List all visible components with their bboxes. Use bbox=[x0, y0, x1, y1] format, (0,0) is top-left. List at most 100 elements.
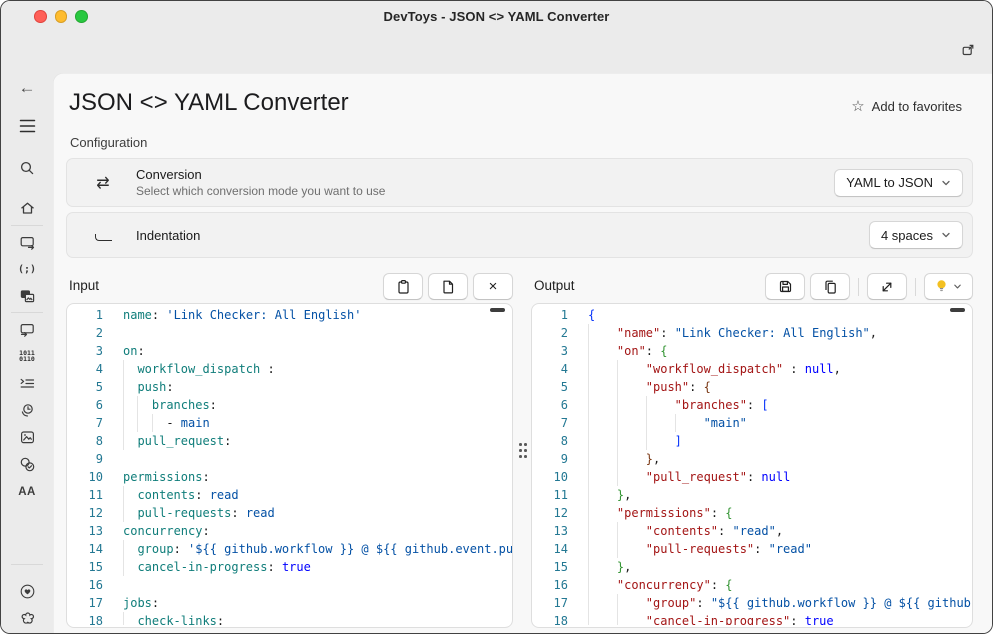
sidebar-item-whats-new[interactable] bbox=[1, 576, 53, 606]
line-number: 3 bbox=[67, 342, 103, 360]
input-editor[interactable]: 1name: 'Link Checker: All English'23on:4… bbox=[66, 303, 513, 628]
converter-card-icon bbox=[19, 321, 36, 338]
save-output-button[interactable] bbox=[765, 273, 805, 300]
sidebar-item-graphic[interactable] bbox=[1, 422, 53, 452]
code-line: 5push: bbox=[67, 378, 512, 396]
braces-icon: (;) bbox=[18, 264, 36, 275]
code-line: 7- main bbox=[67, 414, 512, 432]
close-window-button[interactable] bbox=[34, 10, 47, 23]
detach-window-button[interactable] bbox=[957, 39, 979, 61]
sidebar-item-recent-converter[interactable] bbox=[1, 227, 53, 257]
indentation-dropdown[interactable]: 4 spaces bbox=[869, 221, 963, 249]
code-line: 14"pull-requests": "read" bbox=[532, 540, 972, 558]
sidebar-item-recent-generator[interactable] bbox=[1, 281, 53, 311]
chevron-down-icon bbox=[941, 178, 951, 188]
code-line: 16"concurrency": { bbox=[532, 576, 972, 594]
expand-output-button[interactable] bbox=[867, 273, 907, 300]
sidebar-separator bbox=[11, 564, 43, 565]
code-line: 9 bbox=[67, 450, 512, 468]
chevron-down-icon bbox=[953, 282, 962, 291]
code-line: 2"name": "Link Checker: All English", bbox=[532, 324, 972, 342]
code-line: 15cancel-in-progress: true bbox=[67, 558, 512, 576]
home-icon bbox=[19, 200, 36, 216]
titlebar: DevToys - JSON <> YAML Converter bbox=[1, 1, 992, 31]
input-editor-scrollbar[interactable] bbox=[490, 308, 505, 312]
code-line: 11contents: read bbox=[67, 486, 512, 504]
conversion-title: Conversion bbox=[136, 167, 385, 182]
configuration-section-label: Configuration bbox=[70, 135, 147, 150]
copy-output-button[interactable] bbox=[810, 273, 850, 300]
line-number: 7 bbox=[67, 414, 103, 432]
sidebar-item-encoders-decoders[interactable]: 1011 0110 bbox=[1, 341, 53, 371]
sidebar-item-testers[interactable] bbox=[1, 395, 53, 425]
code-line: 13concurrency: bbox=[67, 522, 512, 540]
sidebar-item-extensions[interactable] bbox=[1, 603, 53, 633]
copy-icon bbox=[823, 279, 838, 295]
code-line: 6"branches": [ bbox=[532, 396, 972, 414]
line-number: 12 bbox=[67, 504, 103, 522]
expand-icon bbox=[880, 280, 894, 294]
code-line: 2 bbox=[67, 324, 512, 342]
line-number: 17 bbox=[532, 594, 568, 612]
swap-arrows-glyph: ⇄ bbox=[96, 173, 109, 193]
clear-input-button[interactable]: × bbox=[473, 273, 513, 300]
code-line: 6branches: bbox=[67, 396, 512, 414]
output-editor-scrollbar[interactable] bbox=[950, 308, 965, 312]
hamburger-menu-icon bbox=[19, 119, 36, 133]
output-editor[interactable]: 1{2"name": "Link Checker: All English",3… bbox=[531, 303, 973, 628]
sidebar-separator bbox=[11, 312, 43, 313]
sidebar-item-settings[interactable] bbox=[1, 630, 53, 634]
chevron-down-icon bbox=[941, 230, 951, 240]
line-number: 6 bbox=[532, 396, 568, 414]
add-to-favorites-button[interactable]: ☆ Add to favorites bbox=[851, 99, 962, 114]
line-number: 11 bbox=[532, 486, 568, 504]
toolbar-divider bbox=[858, 278, 859, 296]
main-panel: JSON <> YAML Converter ☆ Add to favorite… bbox=[53, 73, 992, 633]
code-line: 4workflow_dispatch : bbox=[67, 360, 512, 378]
sidebar-item-formatters[interactable] bbox=[1, 368, 53, 398]
image-cards-icon bbox=[19, 288, 36, 305]
sidebar-item-recent-formatter[interactable]: (;) bbox=[1, 254, 53, 284]
code-line: 5"push": { bbox=[532, 378, 972, 396]
sidebar-item-search[interactable] bbox=[1, 153, 53, 183]
line-number: 6 bbox=[67, 396, 103, 414]
smart-detection-dropdown[interactable] bbox=[924, 273, 973, 300]
indentation-setting-card: Indentation 4 spaces bbox=[66, 212, 973, 258]
line-number: 8 bbox=[532, 432, 568, 450]
code-line: 12pull-requests: read bbox=[67, 504, 512, 522]
sidebar-item-home[interactable] bbox=[1, 193, 53, 223]
paste-button[interactable] bbox=[383, 273, 423, 300]
line-number: 4 bbox=[67, 360, 103, 378]
puzzle-icon bbox=[19, 610, 36, 627]
line-number: 3 bbox=[532, 342, 568, 360]
add-to-favorites-label: Add to favorites bbox=[872, 99, 962, 114]
line-number: 7 bbox=[532, 414, 568, 432]
indentation-title: Indentation bbox=[136, 228, 200, 243]
load-file-button[interactable] bbox=[428, 273, 468, 300]
back-icon: ← bbox=[19, 78, 36, 98]
sidebar-item-text-tools[interactable]: AA bbox=[1, 477, 53, 507]
conversion-mode-dropdown[interactable]: YAML to JSON bbox=[834, 169, 963, 197]
output-code-area[interactable]: 1{2"name": "Link Checker: All English",3… bbox=[532, 306, 972, 625]
sidebar-item-converters[interactable] bbox=[1, 314, 53, 344]
output-header: Output bbox=[531, 272, 973, 302]
line-number: 18 bbox=[532, 612, 568, 625]
input-code-area[interactable]: 1name: 'Link Checker: All English'23on:4… bbox=[67, 306, 512, 625]
code-line: 11}, bbox=[532, 486, 972, 504]
code-line: 3"on": { bbox=[532, 342, 972, 360]
page-title: JSON <> YAML Converter bbox=[69, 89, 349, 117]
code-line: 9}, bbox=[532, 450, 972, 468]
zoom-window-button[interactable] bbox=[75, 10, 88, 23]
conversion-subtitle: Select which conversion mode you want to… bbox=[136, 184, 385, 198]
indentation-icon bbox=[93, 230, 113, 241]
double-check-circles-icon bbox=[19, 456, 36, 473]
sidebar-menu-button[interactable] bbox=[1, 111, 53, 141]
code-line: 10permissions: bbox=[67, 468, 512, 486]
code-line: 3on: bbox=[67, 342, 512, 360]
sidebar-item-validators[interactable] bbox=[1, 449, 53, 479]
back-button[interactable]: ← bbox=[1, 73, 53, 103]
line-number: 1 bbox=[532, 306, 568, 324]
splitter-grip[interactable] bbox=[519, 443, 529, 459]
code-line: 15}, bbox=[532, 558, 972, 576]
minimize-window-button[interactable] bbox=[55, 10, 68, 23]
